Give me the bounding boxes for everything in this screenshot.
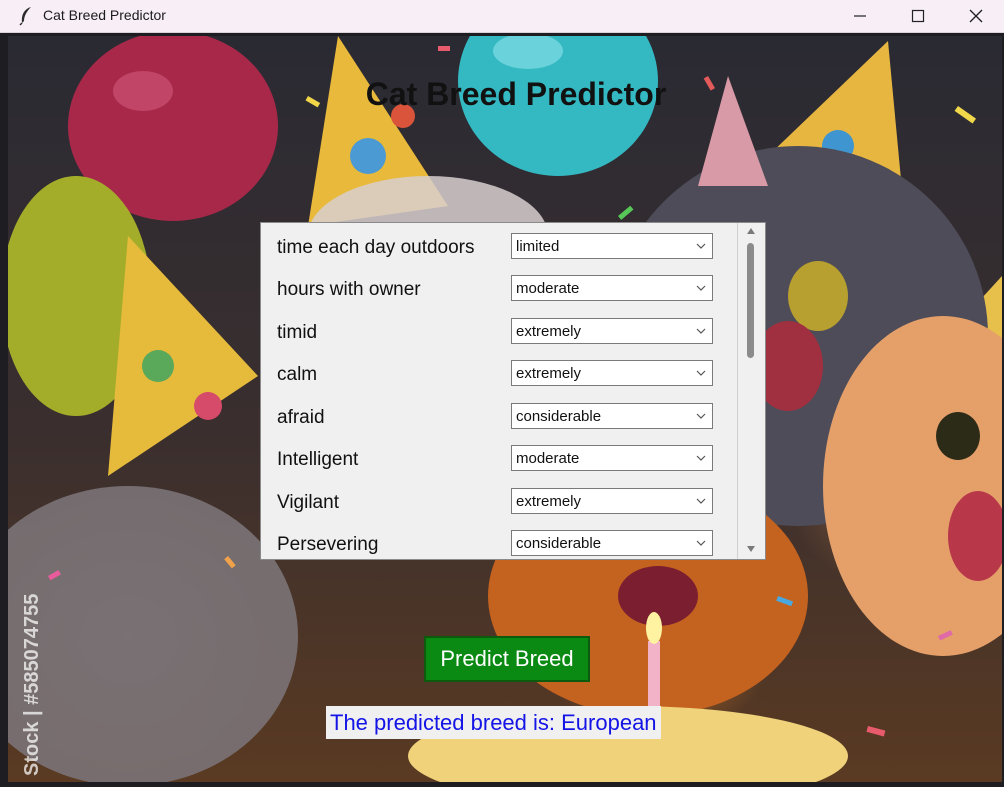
field-label: hours with owner [277,279,421,300]
select-value: considerable [516,535,602,552]
vigilant-select[interactable]: extremely [511,488,713,514]
persevering-select[interactable]: considerable [511,530,713,556]
chevron-down-icon [696,328,706,334]
form-row-hours-with-owner: hours with owner moderate [261,271,737,311]
criteria-form-panel: time each day outdoors limited hours wit… [260,222,766,560]
hours-with-owner-select[interactable]: moderate [511,275,713,301]
field-label: calm [277,364,318,385]
select-value: limited [516,238,560,255]
chevron-down-icon [696,498,706,504]
minimize-button[interactable] [836,0,884,32]
select-value: extremely [516,365,582,382]
form-scroll-area[interactable]: time each day outdoors limited hours wit… [261,223,737,559]
chevron-down-icon [696,285,706,291]
form-row-persevering: Persevering considerable [261,526,737,559]
intelligent-select[interactable]: moderate [511,445,713,471]
chevron-down-icon [696,540,706,546]
field-label: time each day outdoors [277,237,475,258]
select-value: moderate [516,450,580,467]
window-title: Cat Breed Predictor [43,7,166,23]
chevron-down-icon [696,243,706,249]
select-value: moderate [516,280,580,297]
form-row-calm: calm extremely [261,356,737,396]
page-title: Cat Breed Predictor [365,76,667,112]
field-label: afraid [277,407,325,428]
scroll-up-icon[interactable] [746,227,756,235]
chevron-down-icon [696,413,706,419]
field-label: timid [277,322,318,343]
form-row-outdoors: time each day outdoors limited [261,229,737,269]
field-label: Persevering [277,534,379,555]
app-canvas: Stock | #585074755 Cat Breed Predictor t… [8,36,1002,782]
form-scrollbar[interactable] [737,223,765,559]
predict-breed-button[interactable]: Predict Breed [424,636,590,682]
chevron-down-icon [696,455,706,461]
form-row-afraid: afraid considerable [261,399,737,439]
maximize-icon [911,9,925,23]
select-value: considerable [516,408,602,425]
form-row-timid: timid extremely [261,314,737,354]
scrollbar-thumb[interactable] [747,243,754,358]
scroll-down-icon[interactable] [746,545,756,553]
afraid-select[interactable]: considerable [511,403,713,429]
calm-select[interactable]: extremely [511,360,713,386]
prediction-result: The predicted breed is: European [326,706,661,739]
window-titlebar: Cat Breed Predictor [0,0,1004,33]
maximize-button[interactable] [894,0,942,32]
chevron-down-icon [696,370,706,376]
stock-watermark: Stock | #585074755 [21,593,43,776]
field-label: Vigilant [277,492,339,513]
form-row-intelligent: Intelligent moderate [261,441,737,481]
feather-icon [19,7,31,26]
select-value: extremely [516,493,582,510]
timid-select[interactable]: extremely [511,318,713,344]
close-icon [969,9,983,23]
select-value: extremely [516,323,582,340]
field-label: Intelligent [277,449,359,470]
minimize-icon [854,15,866,17]
outdoors-select[interactable]: limited [511,233,713,259]
form-row-vigilant: Vigilant extremely [261,484,737,524]
close-button[interactable] [952,0,1000,32]
